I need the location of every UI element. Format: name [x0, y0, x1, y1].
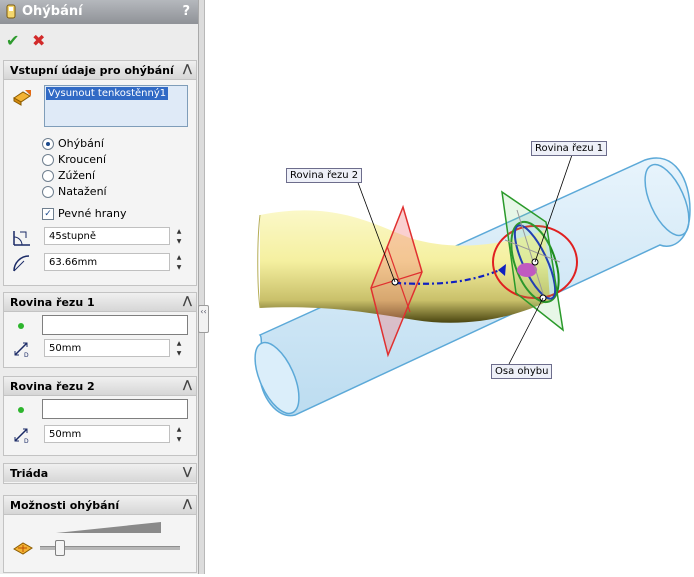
collapse-chevron-icon[interactable]: ⋀	[183, 294, 192, 307]
trim-plane-1-header[interactable]: Rovina řezu 1 ⋀	[4, 293, 196, 312]
flex-options-group: Možnosti ohýbání ⋀	[3, 495, 197, 573]
body-selection-list[interactable]: Vysunout tenkostěnný1	[44, 85, 188, 127]
radio-zuzeni-label: Zúžení	[58, 169, 96, 182]
collapse-chevron-icon[interactable]: ⋀	[183, 378, 192, 391]
svg-text:D: D	[24, 438, 29, 444]
trim-plane-2-header[interactable]: Rovina řezu 2 ⋀	[4, 377, 196, 396]
trim-plane-1-selection[interactable]	[42, 315, 188, 335]
radius-field[interactable]: 63.66mm	[44, 253, 170, 271]
flex-options-title: Možnosti ohýbání	[10, 499, 120, 512]
distance-icon: D	[14, 428, 29, 444]
input-group: Vstupní údaje pro ohýbání ⋀ Vysunout ten…	[3, 60, 197, 286]
angle-spinner[interactable]: ▲ ▼	[173, 227, 185, 247]
trim-plane-2-callout: Rovina řezu 2	[286, 168, 363, 183]
rigid-edges-label: Pevné hrany	[58, 207, 127, 220]
close-icon: ✖	[32, 31, 46, 50]
flex-options-header[interactable]: Možnosti ohýbání ⋀	[4, 496, 196, 515]
ok-button[interactable]: ✔	[6, 31, 19, 50]
expand-chevron-icon[interactable]: ⋁	[183, 465, 192, 478]
distance-icon: D	[14, 342, 29, 358]
property-manager: Ohýbání ? ✔ ✖ Vstupní údaje pro ohýbání …	[0, 0, 199, 574]
trim-plane-1-spinner[interactable]: ▲ ▼	[173, 339, 185, 359]
radio-krouceni-label: Kroucení	[58, 153, 107, 166]
trim-plane-2-spinner[interactable]: ▲ ▼	[173, 425, 185, 445]
bend-axis-callout: Osa ohybu	[491, 364, 553, 379]
radius-spinner[interactable]: ▲ ▼	[173, 253, 185, 273]
precision-slider-thumb[interactable]	[55, 540, 65, 556]
help-button[interactable]: ?	[182, 4, 190, 19]
input-group-header[interactable]: Vstupní údaje pro ohýbání ⋀	[4, 61, 196, 80]
bend-radius-icon	[13, 255, 30, 272]
property-manager-title: Ohýbání	[22, 4, 83, 19]
precision-wedge-icon	[56, 522, 161, 533]
trim-plane-2-title: Rovina řezu 2	[10, 380, 95, 393]
graphics-viewport[interactable]: Rovina řezu 2 Rovina řezu 1 Osa ohybu	[205, 0, 694, 574]
trim-plane-1-title: Rovina řezu 1	[10, 296, 95, 309]
model-view	[254, 151, 691, 417]
collapse-chevron-icon[interactable]: ⋀	[183, 62, 192, 75]
input-group-title: Vstupní údaje pro ohýbání	[10, 64, 174, 77]
trim-plane-2-group: Rovina řezu 2 ⋀ D 50mm ▲ ▼	[3, 376, 197, 456]
property-manager-title-bar: Ohýbání ?	[0, 0, 198, 24]
selected-body-item[interactable]: Vysunout tenkostěnný1	[46, 87, 169, 100]
triad-group: Triáda ⋁	[3, 463, 197, 484]
svg-text:D: D	[24, 352, 29, 358]
checkmark-icon: ✔	[6, 31, 20, 50]
bend-angle-icon	[13, 231, 30, 246]
trim-plane-1-distance[interactable]: 50mm	[44, 339, 170, 357]
cancel-button[interactable]: ✖	[32, 31, 45, 50]
precision-icon	[13, 542, 33, 555]
trim-plane-2-selection[interactable]	[42, 399, 188, 419]
collapse-chevron-icon[interactable]: ⋀	[183, 497, 192, 510]
body-selection-icon	[13, 90, 31, 106]
trim-plane-1-callout: Rovina řezu 1	[531, 141, 608, 156]
trim-plane-1-group: Rovina řezu 1 ⋀ D 50mm ▲ ▼	[3, 292, 197, 368]
selection-dot-icon	[18, 407, 24, 413]
flex-feature-icon	[6, 4, 16, 19]
trim-plane-2-distance[interactable]: 50mm	[44, 425, 170, 443]
radio-natazeni-label: Natažení	[58, 185, 107, 198]
selection-dot-icon	[18, 323, 24, 329]
radio-ohybani-label: Ohýbání	[58, 137, 104, 150]
triad-header[interactable]: Triáda ⋁	[4, 464, 196, 482]
angle-field[interactable]: 45stupně	[44, 227, 170, 245]
triad-title: Triáda	[10, 467, 49, 480]
